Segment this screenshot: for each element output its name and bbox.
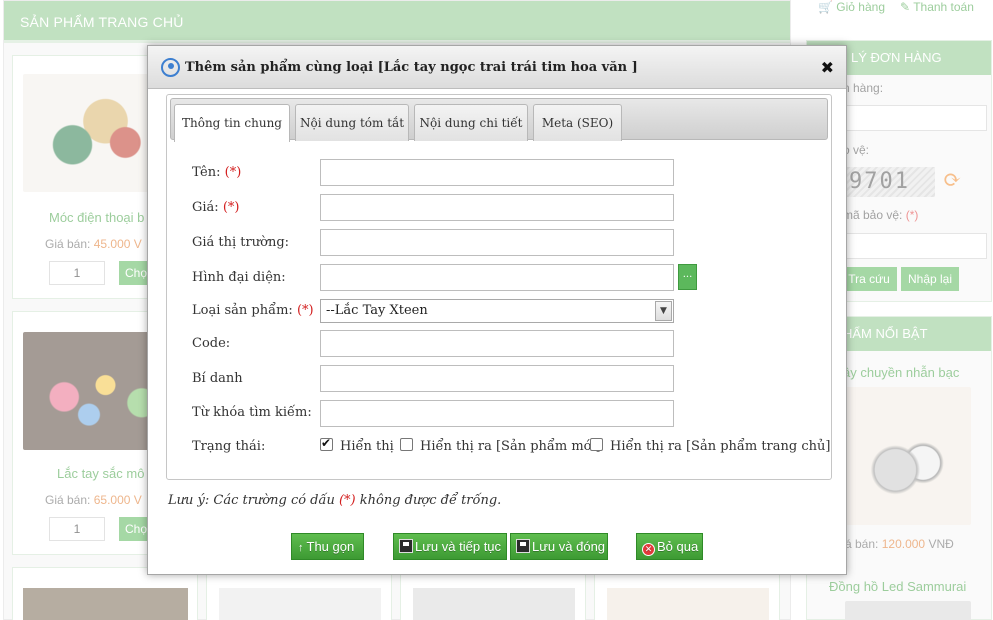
market-price-input[interactable] xyxy=(320,229,674,256)
browse-image-button[interactable]: ... xyxy=(678,264,697,290)
keywords-label: Từ khóa tìm kiếm: xyxy=(192,405,312,420)
arrow-up-icon: ↑ xyxy=(298,542,304,554)
cancel-icon: ✕ xyxy=(642,543,655,556)
dialog-title: Thêm sản phẩm cùng loại [Lắc tay ngọc tr… xyxy=(185,60,638,75)
add-product-dialog: Thêm sản phẩm cùng loại [Lắc tay ngọc tr… xyxy=(147,45,847,575)
collapse-button[interactable]: ↑ Thu gọn xyxy=(291,533,364,560)
status-new-product-checkbox[interactable] xyxy=(400,438,413,451)
code-label: Code: xyxy=(192,336,231,351)
status-homepage-checkbox[interactable] xyxy=(590,438,603,451)
skip-button[interactable]: ✕ Bỏ qua xyxy=(636,533,703,560)
tab-general-info[interactable]: Thông tin chung xyxy=(174,104,290,142)
avatar-path-input[interactable] xyxy=(320,264,674,291)
dialog-titlebar: Thêm sản phẩm cùng loại [Lắc tay ngọc tr… xyxy=(148,46,846,89)
name-input[interactable] xyxy=(320,159,674,186)
close-icon[interactable]: ✖ xyxy=(821,58,834,77)
tab-meta-seo[interactable]: Meta (SEO) xyxy=(533,104,622,141)
form-panel: Thông tin chung Nội dung tóm tắt Nội dun… xyxy=(166,94,832,480)
save-icon xyxy=(399,539,413,553)
market-price-label: Giá thị trường: xyxy=(192,235,290,250)
tab-summary[interactable]: Nội dung tóm tắt xyxy=(295,104,409,141)
app-logo-icon xyxy=(161,58,180,77)
alias-input[interactable] xyxy=(320,365,674,392)
avatar-label: Hình đại diện: xyxy=(192,270,286,285)
name-label: Tên: (*) xyxy=(192,165,242,180)
status-homepage-label[interactable]: Hiển thị ra [Sản phẩm trang chủ] xyxy=(610,439,830,454)
keywords-input[interactable] xyxy=(320,400,674,427)
save-icon xyxy=(516,539,530,553)
required-fields-note: Lưu ý: Các trường có dấu (*) không được … xyxy=(168,493,502,508)
status-new-product-label[interactable]: Hiển thị ra [Sản phẩm mới] xyxy=(420,439,601,454)
alias-label: Bí danh xyxy=(192,371,243,386)
category-label: Loại sản phẩm: (*) xyxy=(192,303,314,318)
tab-bar: Thông tin chung Nội dung tóm tắt Nội dun… xyxy=(170,98,828,142)
save-close-button[interactable]: Lưu và đóng xyxy=(510,533,608,560)
status-visible-label[interactable]: Hiển thị xyxy=(340,439,394,454)
category-select[interactable]: --Lắc Tay Xteen ▼ xyxy=(320,299,674,323)
price-input[interactable] xyxy=(320,194,674,221)
status-label: Trạng thái: xyxy=(192,439,266,454)
status-visible-checkbox[interactable] xyxy=(320,436,333,451)
tab-details[interactable]: Nội dung chi tiết xyxy=(414,104,528,141)
price-label: Giá: (*) xyxy=(192,200,240,215)
chevron-down-icon: ▼ xyxy=(655,301,672,321)
category-selected-value: --Lắc Tay Xteen xyxy=(326,303,428,318)
save-continue-button[interactable]: Lưu và tiếp tục xyxy=(393,533,507,560)
code-input[interactable] xyxy=(320,330,674,357)
